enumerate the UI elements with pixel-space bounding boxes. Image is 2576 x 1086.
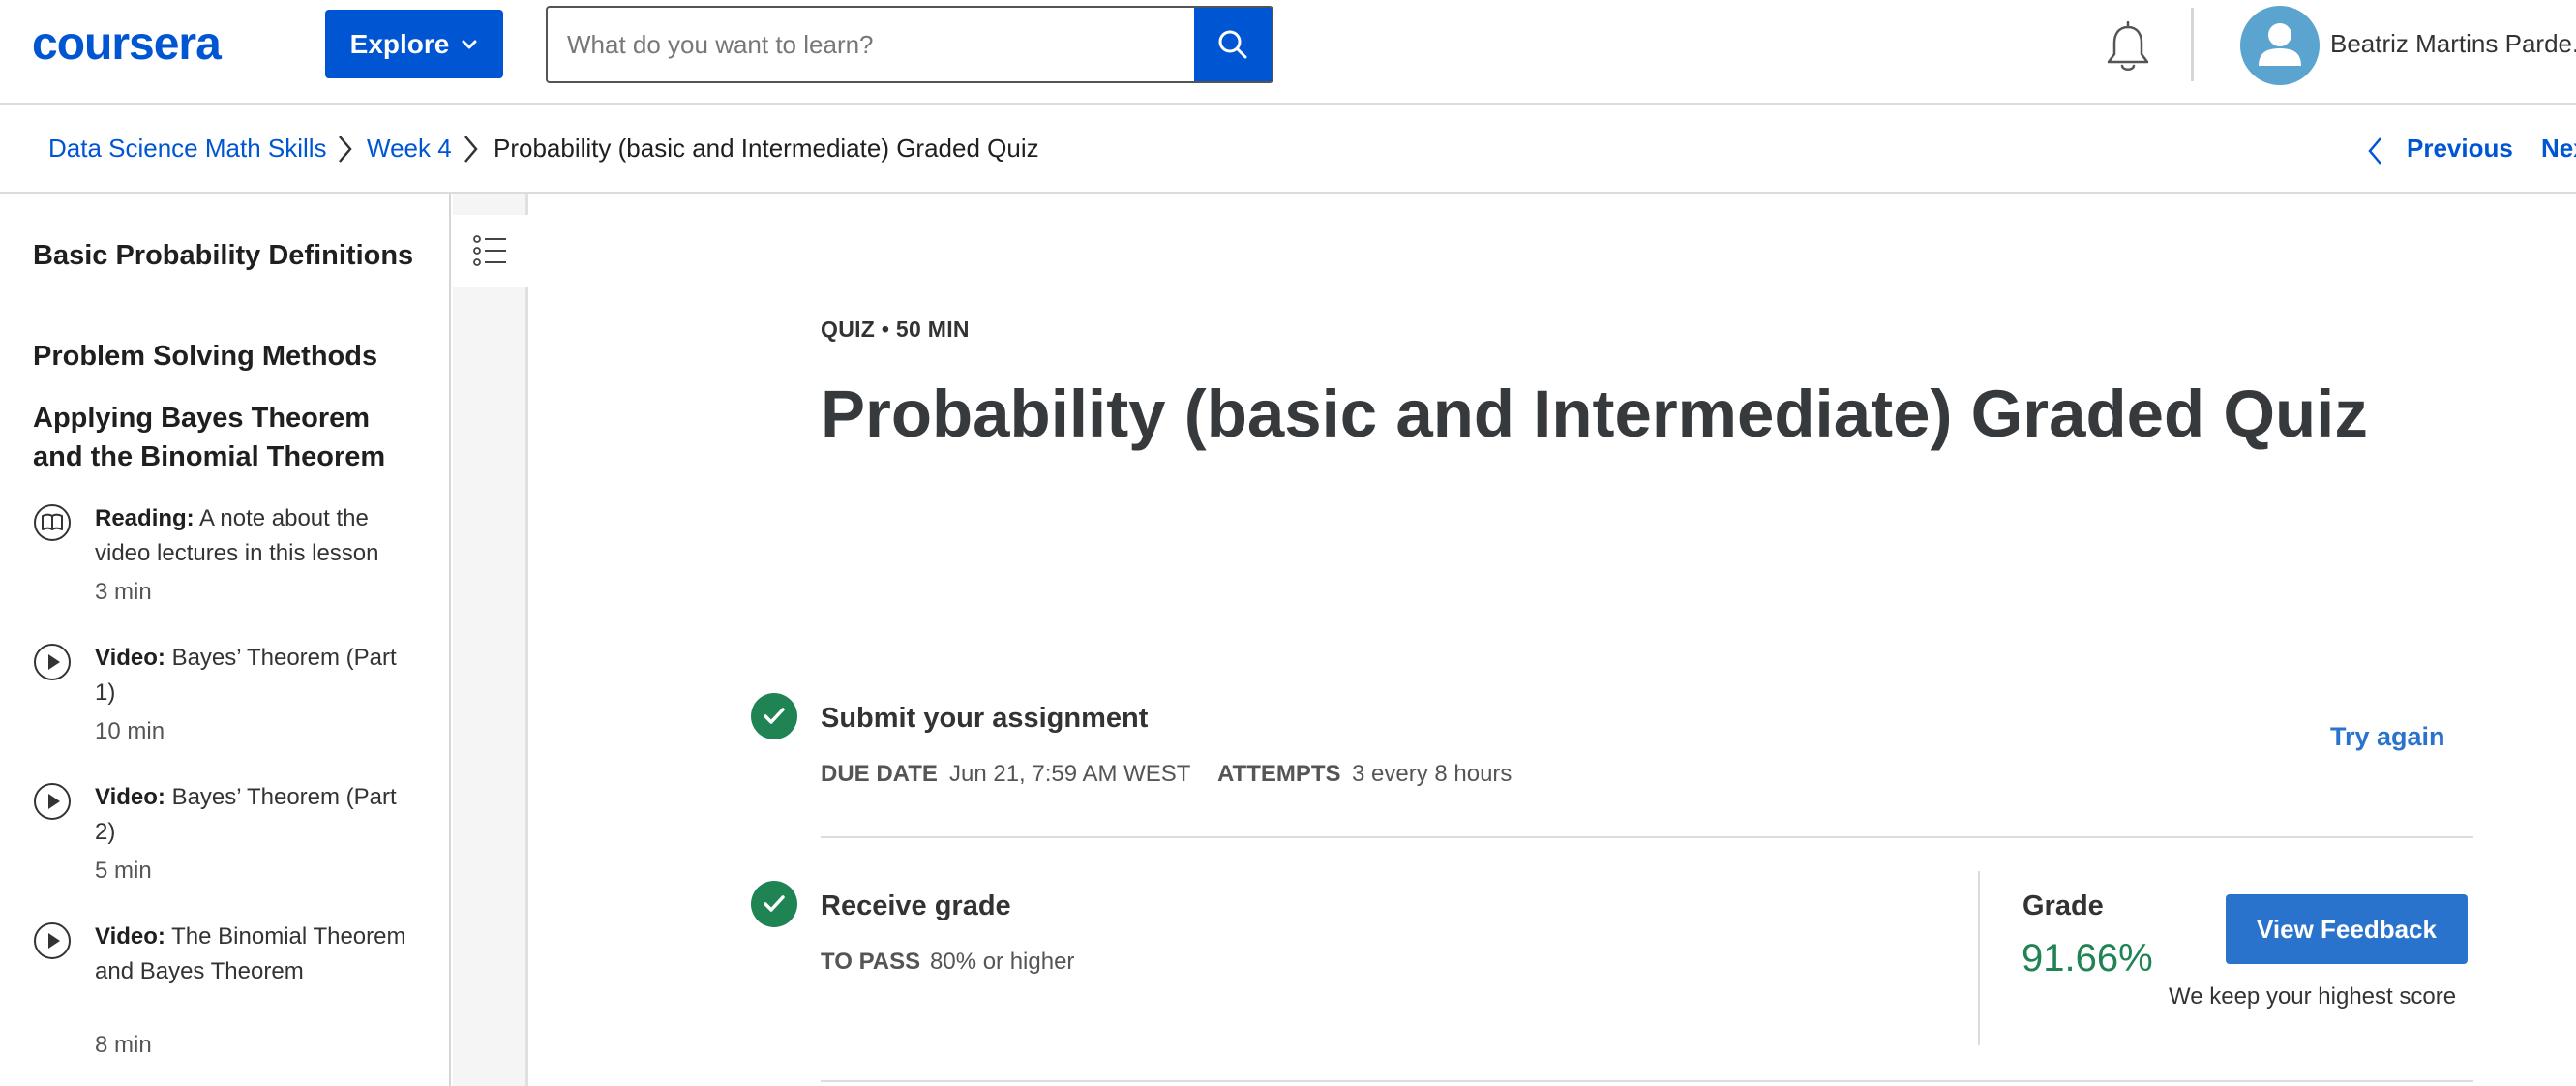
section-title[interactable]: Applying Bayes Theorem and the Binomial … xyxy=(33,399,420,476)
outline-item-title: Video: The Binomial Theorem and Bayes Th… xyxy=(95,920,414,989)
explore-label: Explore xyxy=(349,28,450,59)
breadcrumb: Data Science Math Skills Week 4 Probabil… xyxy=(0,105,2576,194)
chevron-left-icon[interactable] xyxy=(2367,136,2382,166)
course-outline-sidebar: Basic Probability Definitions Problem So… xyxy=(0,194,451,1086)
quiz-eyebrow: QUIZ • 50 MIN xyxy=(821,317,970,342)
sidebar-toggle-column xyxy=(453,194,528,1086)
previous-link[interactable]: Previous xyxy=(2407,134,2513,164)
breadcrumb-week[interactable]: Week 4 xyxy=(367,134,452,164)
user-icon xyxy=(2259,23,2301,66)
breadcrumb-current: Probability (basic and Intermediate) Gra… xyxy=(494,134,1039,163)
explore-button[interactable]: Explore xyxy=(325,10,503,78)
check-circle-icon xyxy=(751,693,797,739)
attempts-value: 3 every 8 hours xyxy=(1352,761,1513,787)
search-icon xyxy=(1218,30,1247,59)
collapse-outline-button[interactable] xyxy=(453,215,528,287)
divider xyxy=(821,1080,2473,1082)
item-type-label: Video: xyxy=(95,923,165,950)
play-icon xyxy=(34,783,71,820)
page-title: Probability (basic and Intermediate) Gra… xyxy=(821,377,2368,451)
highest-score-note: We keep your highest score xyxy=(2169,983,2457,1010)
chevron-down-icon xyxy=(462,40,477,48)
due-date-label: DUE DATE xyxy=(821,761,938,787)
next-link[interactable]: Next xyxy=(2541,134,2576,164)
to-pass-label: TO PASS xyxy=(821,949,921,975)
grade-divider xyxy=(1978,871,1980,1045)
avatar[interactable] xyxy=(2240,6,2320,85)
search-bar xyxy=(546,6,1273,83)
top-header: coursera Explore Beatriz Martins Parde..… xyxy=(0,0,2576,105)
item-type-label: Video: xyxy=(95,784,165,810)
attempts-label: ATTEMPTS xyxy=(1217,761,1341,787)
chevron-right-icon xyxy=(339,136,352,163)
view-feedback-button[interactable]: View Feedback xyxy=(2226,894,2468,964)
outline-item-title: Reading: A note about the video lectures… xyxy=(95,501,414,571)
item-duration: 3 min xyxy=(95,579,152,605)
item-duration: 5 min xyxy=(95,858,152,884)
section-title[interactable]: Problem Solving Methods xyxy=(33,337,420,376)
outline-item-title: Video: Bayes’ Theorem (Part 1) xyxy=(95,641,414,710)
search-button[interactable] xyxy=(1194,8,1272,81)
grade-label: Grade xyxy=(2022,890,2104,921)
grade-value: 91.66% xyxy=(2022,937,2153,980)
submit-assignment-title: Submit your assignment xyxy=(821,703,1149,734)
breadcrumb-course[interactable]: Data Science Math Skills xyxy=(48,134,327,164)
due-date-value: Jun 21, 7:59 AM WEST xyxy=(949,761,1191,787)
chevron-right-icon xyxy=(464,136,478,163)
book-icon xyxy=(34,504,71,541)
check-circle-icon xyxy=(751,881,797,927)
outline-item-title: Video: Bayes’ Theorem (Part 2) xyxy=(95,780,414,850)
user-name[interactable]: Beatriz Martins Parde... xyxy=(2330,29,2576,59)
item-type-label: Video: xyxy=(95,645,165,671)
try-again-link[interactable]: Try again xyxy=(2330,722,2445,752)
list-icon xyxy=(473,235,506,266)
receive-grade-title: Receive grade xyxy=(821,890,1011,921)
coursera-logo[interactable]: coursera xyxy=(32,17,222,71)
divider xyxy=(821,836,2473,838)
section-title[interactable]: Basic Probability Definitions xyxy=(33,236,420,275)
search-input[interactable] xyxy=(548,8,1194,81)
item-duration: 8 min xyxy=(95,1032,152,1058)
play-icon xyxy=(34,922,71,959)
bell-icon[interactable] xyxy=(2104,21,2152,75)
to-pass-value: 80% or higher xyxy=(930,949,1075,975)
header-divider xyxy=(2191,8,2194,81)
item-type-label: Reading: xyxy=(95,505,195,531)
play-icon xyxy=(34,644,71,680)
item-duration: 10 min xyxy=(95,718,165,744)
